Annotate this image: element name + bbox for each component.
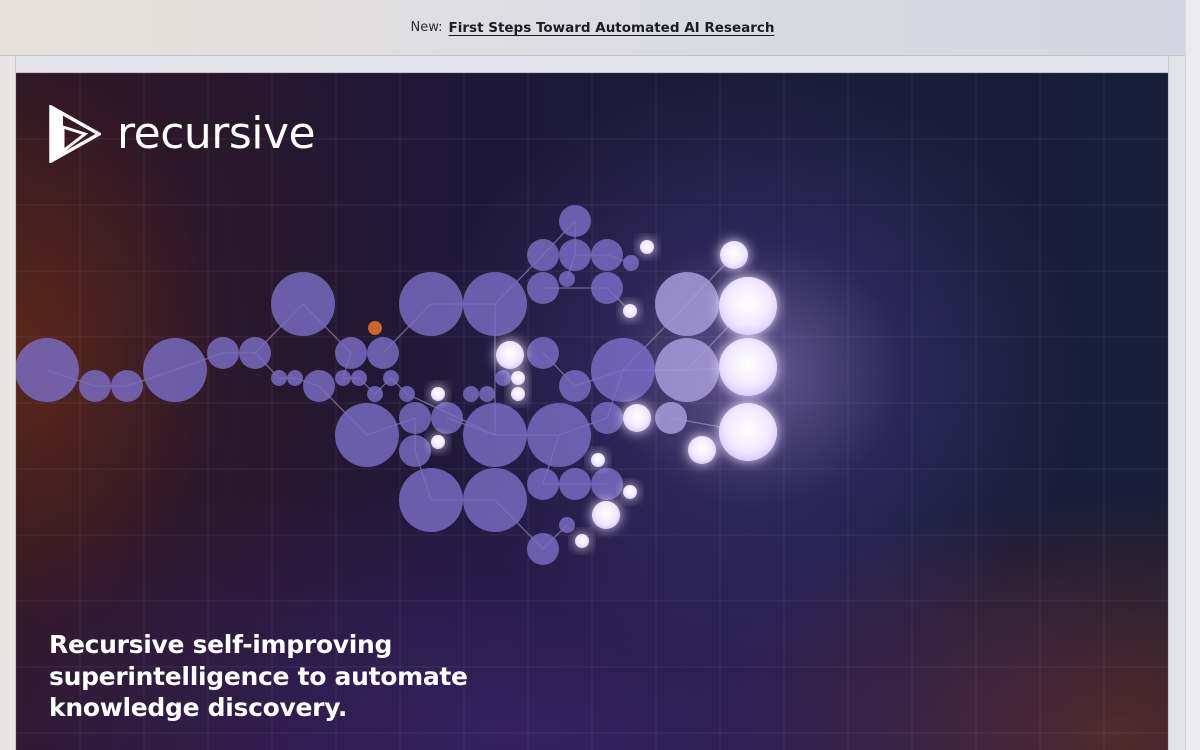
network-node xyxy=(559,239,591,271)
frame-right-border xyxy=(1168,56,1185,750)
network-node-bright xyxy=(511,387,525,401)
frame-left-border xyxy=(0,56,16,750)
network-node xyxy=(335,337,367,369)
network-node xyxy=(207,337,239,369)
network-node-bright xyxy=(591,453,605,467)
network-node-bright xyxy=(496,341,524,369)
network-node-bright xyxy=(623,404,651,432)
network-node xyxy=(591,338,655,402)
network-node-bright xyxy=(431,387,445,401)
network-node-bright xyxy=(688,436,716,464)
hero-tagline: Recursive self-improving superintelligen… xyxy=(49,629,469,724)
network-node xyxy=(527,468,559,500)
network-node xyxy=(239,337,271,369)
network-node xyxy=(527,337,559,369)
tagline-line: Recursive self-improving xyxy=(49,630,393,659)
network-node xyxy=(399,272,463,336)
network-node xyxy=(271,272,335,336)
network-node xyxy=(463,468,527,532)
network-node-bright xyxy=(431,435,445,449)
network-node xyxy=(271,370,287,386)
network-node xyxy=(527,533,559,565)
network-node xyxy=(399,386,415,402)
hero-section: recursive Recursive self-improving super… xyxy=(16,73,1168,750)
network-node xyxy=(463,272,527,336)
network-node xyxy=(303,370,335,402)
network-node xyxy=(479,386,495,402)
network-node xyxy=(351,370,367,386)
page-scrollbar[interactable] xyxy=(1185,0,1200,750)
brand-logo[interactable]: recursive xyxy=(49,105,316,163)
network-node xyxy=(591,239,623,271)
network-node xyxy=(591,402,623,434)
frame-top-border xyxy=(0,56,1185,73)
network-node xyxy=(399,402,431,434)
announcement-link[interactable]: First Steps Toward Automated AI Research xyxy=(449,20,775,36)
announcement-prefix: New: xyxy=(410,20,443,35)
network-node xyxy=(463,403,527,467)
network-node xyxy=(655,272,719,336)
network-node xyxy=(559,205,591,237)
network-node-bright xyxy=(720,241,748,269)
network-node xyxy=(591,468,623,500)
network-node xyxy=(111,370,143,402)
network-node-bright xyxy=(592,501,620,529)
network-node xyxy=(399,435,431,467)
network-node xyxy=(335,403,399,467)
network-node-bright xyxy=(575,534,589,548)
network-node-bright xyxy=(719,403,777,461)
tagline-line: knowledge discovery. xyxy=(49,693,348,722)
network-node xyxy=(591,272,623,304)
network-node-bright xyxy=(640,240,654,254)
network-node xyxy=(559,271,575,287)
network-node-bright xyxy=(511,371,525,385)
play-triangle-logo-icon xyxy=(49,105,101,163)
network-node xyxy=(559,517,575,533)
network-node-bright xyxy=(623,485,637,499)
network-node-bright xyxy=(719,277,777,335)
network-node xyxy=(431,402,463,434)
network-node xyxy=(527,239,559,271)
tagline-line: superintelligence to automate xyxy=(49,661,468,691)
network-node xyxy=(143,338,207,402)
network-node xyxy=(79,370,111,402)
announcement-bar: New: First Steps Toward Automated AI Res… xyxy=(0,0,1185,56)
network-node xyxy=(367,386,383,402)
network-node xyxy=(559,468,591,500)
network-node xyxy=(527,403,591,467)
network-node xyxy=(16,338,79,402)
network-node xyxy=(367,337,399,369)
brand-name: recursive xyxy=(117,108,316,159)
network-node xyxy=(623,255,639,271)
network-node xyxy=(527,272,559,304)
network-node xyxy=(495,370,511,386)
network-node xyxy=(463,386,479,402)
network-node-bright xyxy=(719,338,777,396)
network-node xyxy=(287,370,303,386)
network-node xyxy=(383,370,399,386)
network-node xyxy=(335,370,351,386)
network-node-accent xyxy=(368,321,382,335)
network-node xyxy=(655,402,687,434)
network-node xyxy=(559,370,591,402)
network-node-bright xyxy=(623,304,637,318)
network-node xyxy=(399,468,463,532)
network-node xyxy=(655,338,719,402)
